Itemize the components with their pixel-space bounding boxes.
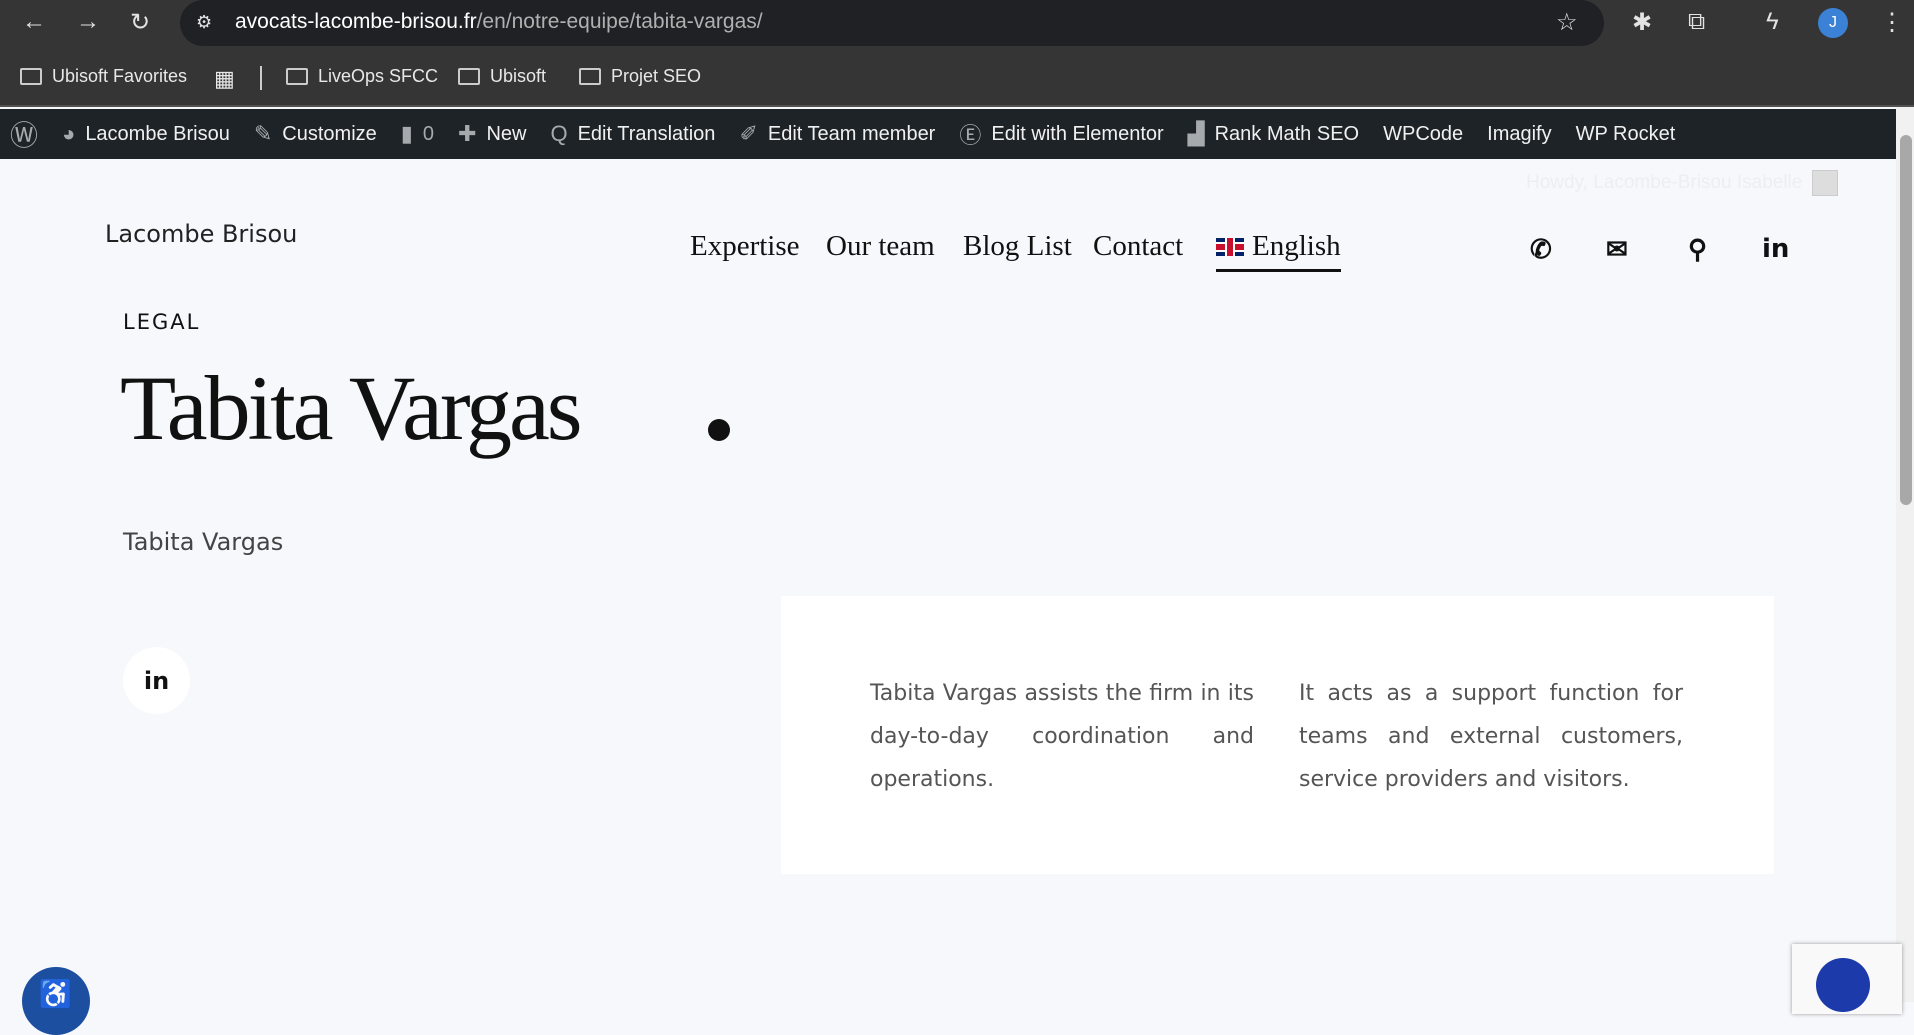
admin-edit-translation[interactable]: Q Edit Translation (550, 121, 715, 147)
count: 0 (422, 122, 434, 145)
extensions-puzzle-icon[interactable]: ⧉ (1688, 8, 1705, 36)
rankmath-icon: ▟ (1187, 121, 1205, 146)
performance-icon[interactable]: ϟ (1766, 8, 1779, 36)
bookmark-label: Ubisoft (490, 66, 547, 86)
forward-icon[interactable]: → (76, 8, 100, 36)
bio-right: It acts as a support function for teams … (1299, 681, 1683, 792)
bookmark-label: Ubisoft Favorites (52, 66, 188, 86)
page-title: Tabita Vargas (120, 357, 583, 459)
admin-imagify[interactable]: Imagify (1487, 123, 1551, 146)
bookmark-ubisoft-favorites[interactable]: Ubisoft Favorites (20, 66, 187, 87)
label: Edit Team member (767, 122, 936, 145)
label: Imagify (1487, 122, 1552, 145)
howdy-user[interactable]: Howdy, Lacombe-Brisou Isabelle (1526, 172, 1802, 194)
recaptcha-icon (1816, 958, 1870, 1012)
wp-admin-bar: Ⓦ ◕ Lacombe Brisou ✎ Customize ▮ 0 ✚ New Q Ed… (0, 109, 1896, 159)
url-text[interactable]: avocats-lacombe-brisou.fr/en/notre-equip… (235, 10, 763, 34)
nav-language-english[interactable]: English (1216, 230, 1341, 272)
bookmark-label: Projet SEO (611, 66, 702, 86)
admin-elementor[interactable]: Ⓔ Edit with Elementor (959, 118, 1163, 150)
translate-icon: Q (550, 121, 568, 146)
nav-expertise[interactable]: Expertise (690, 230, 800, 263)
url-path: /en/notre-equipe/tabita-vargas/ (476, 10, 763, 33)
category-label: LEGAL (123, 310, 201, 334)
admin-comments[interactable]: ▮ 0 (401, 121, 434, 147)
label: Customize (282, 122, 377, 145)
bookmark-projet-seo[interactable]: Projet SEO (579, 66, 701, 87)
label: Edit with Elementor (991, 122, 1164, 145)
label: Edit Translation (577, 122, 716, 145)
divider (260, 66, 262, 90)
label: Lacombe Brisou (85, 122, 230, 145)
label: Rank Math SEO (1214, 122, 1360, 145)
label: English (1252, 230, 1341, 262)
profile-linkedin-button[interactable]: in (123, 647, 190, 714)
menu-dots-icon[interactable]: ⋮ (1880, 8, 1904, 37)
label: New (486, 122, 527, 145)
bio-left: Tabita Vargas assists the firm in its da… (870, 681, 1254, 792)
admin-customize[interactable]: ✎ Customize (254, 121, 377, 147)
admin-new[interactable]: ✚ New (458, 121, 526, 147)
folder-icon (458, 68, 480, 85)
user-avatar[interactable] (1812, 170, 1838, 196)
linkedin-icon[interactable]: in (1762, 234, 1789, 264)
elementor-icon: Ⓔ (959, 123, 982, 148)
plus-icon: ✚ (458, 121, 477, 146)
admin-wprocket[interactable]: WP Rocket (1576, 123, 1676, 146)
accessibility-icon[interactable]: ♿ (22, 967, 90, 1035)
wp-logo[interactable]: Ⓦ (10, 114, 38, 154)
bookmark-liveops[interactable]: LiveOps SFCC (286, 66, 438, 87)
bookmark-star-icon[interactable]: ☆ (1556, 8, 1578, 37)
folder-icon (20, 68, 42, 85)
label: WP Rocket (1575, 122, 1676, 145)
apps-grid-icon[interactable]: ▦ (214, 66, 235, 92)
phone-icon[interactable]: ✆ (1530, 234, 1552, 265)
bookmark-label: LiveOps SFCC (318, 66, 439, 86)
dashboard-icon: ◕ (62, 121, 76, 146)
linkedin-icon: in (143, 666, 170, 695)
scrollbar-thumb[interactable] (1900, 135, 1912, 505)
profile-avatar[interactable]: J (1818, 8, 1848, 38)
pencil-icon: ✐ (739, 121, 758, 146)
back-icon[interactable]: ← (22, 8, 46, 36)
admin-rankmath[interactable]: ▟ Rank Math SEO (1188, 121, 1359, 147)
uk-flag-icon (1216, 237, 1244, 256)
bookmark-ubisoft[interactable]: Ubisoft (458, 66, 546, 87)
url-host: avocats-lacombe-brisou.fr (235, 10, 477, 33)
nav-contact[interactable]: Contact (1093, 230, 1183, 263)
nav-blog-list[interactable]: Blog List (963, 230, 1072, 263)
admin-wpcode[interactable]: WPCode (1383, 123, 1463, 146)
reload-icon[interactable]: ↻ (130, 8, 150, 37)
site-logo[interactable]: Lacombe Brisou (105, 220, 297, 248)
recaptcha-badge[interactable] (1792, 944, 1902, 1014)
folder-icon (286, 68, 308, 85)
brush-icon: ✎ (253, 121, 273, 146)
extension-icon[interactable]: ✱ (1632, 8, 1652, 37)
nav-our-team[interactable]: Our team (826, 230, 935, 263)
comment-icon: ▮ (400, 121, 413, 146)
profile-photo: Tabita Vargas (123, 528, 284, 556)
label: WPCode (1383, 122, 1464, 145)
site-info-icon[interactable]: ⚙ (196, 12, 212, 33)
location-pin-icon[interactable]: ⚲ (1688, 234, 1707, 265)
cursor-dot (708, 419, 730, 441)
wordpress-icon: Ⓦ (10, 120, 39, 151)
mail-icon[interactable]: ✉ (1606, 234, 1628, 265)
admin-site[interactable]: ◕ Lacombe Brisou (62, 121, 230, 147)
folder-icon (579, 68, 601, 85)
admin-edit-team[interactable]: ✐ Edit Team member (739, 121, 935, 147)
